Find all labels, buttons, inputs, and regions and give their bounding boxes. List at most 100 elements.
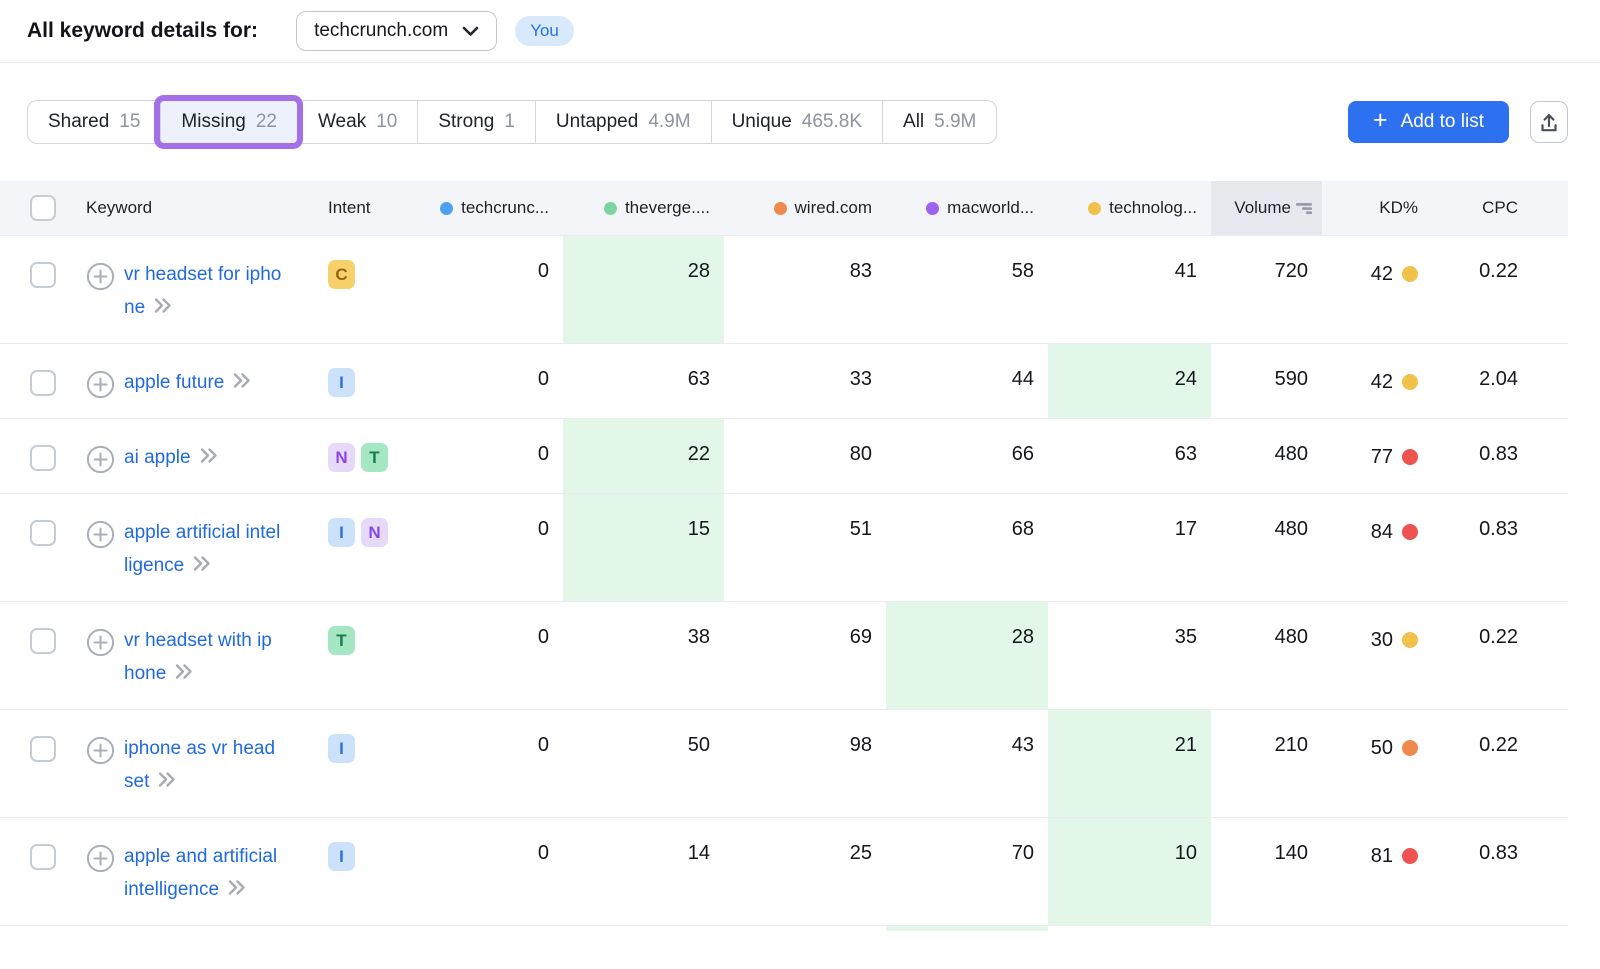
row-checkbox-cell: [0, 602, 86, 709]
open-keyword-icon[interactable]: [231, 367, 252, 400]
volume-cell: 720: [1211, 236, 1322, 343]
filter-tab-missing[interactable]: Missing22: [160, 101, 297, 143]
table-row: vr headset with iphoneT038692835480300.2…: [0, 601, 1568, 709]
filter-tab-count: 15: [119, 111, 140, 133]
intent-cell: T: [328, 602, 401, 709]
position-cell: 28: [563, 236, 724, 343]
kd-value-wrap: 77: [1371, 443, 1418, 471]
kd-cell: 84: [1322, 494, 1432, 601]
keyword-link[interactable]: ai apple: [124, 441, 282, 475]
intent-badge-i: I: [328, 734, 355, 763]
add-to-list-button[interactable]: + Add to list: [1348, 101, 1509, 143]
row-checkbox-cell: [0, 494, 86, 601]
position-cell: 98: [724, 710, 886, 817]
partial-cell: [0, 926, 86, 931]
column-header-kd[interactable]: KD%: [1322, 181, 1432, 235]
row-checkbox[interactable]: [30, 370, 56, 396]
row-checkbox[interactable]: [30, 520, 56, 546]
filter-tab-weak[interactable]: Weak10: [297, 101, 417, 143]
expand-keyword-icon[interactable]: [86, 370, 115, 399]
cpc-cell: 2.04: [1432, 344, 1568, 418]
kd-dot-icon: [1402, 632, 1418, 648]
position-cell: 80: [724, 419, 886, 493]
expand-keyword-icon[interactable]: [86, 628, 115, 657]
export-button[interactable]: [1530, 101, 1568, 143]
volume-cell: 590: [1211, 344, 1322, 418]
volume-cell: 140: [1211, 818, 1322, 925]
competitor-dot-icon: [926, 202, 939, 215]
position-cell: 0: [401, 602, 563, 709]
row-checkbox[interactable]: [30, 844, 56, 870]
select-all-checkbox[interactable]: [30, 195, 56, 221]
expand-keyword-icon[interactable]: [86, 736, 115, 765]
kd-value: 81: [1371, 845, 1393, 868]
open-keyword-icon[interactable]: [152, 292, 173, 325]
row-checkbox[interactable]: [30, 628, 56, 654]
filter-tab-all[interactable]: All5.9M: [882, 101, 996, 143]
column-header-competitor[interactable]: wired.com: [724, 181, 886, 235]
filter-tab-label: Strong: [438, 111, 494, 133]
position-cell: 68: [886, 494, 1048, 601]
row-checkbox[interactable]: [30, 445, 56, 471]
kd-value: 42: [1371, 371, 1393, 394]
expand-keyword-icon[interactable]: [86, 262, 115, 291]
partial-cell: [886, 926, 1048, 931]
keyword-link[interactable]: apple artificial intelligence: [124, 516, 282, 583]
open-keyword-icon[interactable]: [156, 766, 177, 799]
keyword-link[interactable]: vr headset with iphone: [124, 624, 282, 691]
keyword-table: Keyword Intent techcrunc...theverge....w…: [0, 181, 1568, 931]
keyword-link[interactable]: vr headset for iphone: [124, 258, 282, 325]
intent-badge-t: T: [328, 626, 355, 655]
filter-tab-untapped[interactable]: Untapped4.9M: [535, 101, 711, 143]
row-checkbox-cell: [0, 344, 86, 418]
open-keyword-icon[interactable]: [198, 442, 219, 475]
open-keyword-icon[interactable]: [226, 874, 247, 907]
keyword-link[interactable]: apple future: [124, 366, 282, 400]
column-header-intent[interactable]: Intent: [328, 181, 401, 235]
column-header-volume[interactable]: Volume: [1211, 181, 1322, 235]
expand-keyword-icon[interactable]: [86, 844, 115, 873]
position-cell: 43: [886, 710, 1048, 817]
row-checkbox[interactable]: [30, 736, 56, 762]
intent-badge-n: N: [361, 518, 388, 547]
open-keyword-icon[interactable]: [191, 550, 212, 583]
you-badge: You: [515, 16, 574, 46]
open-keyword-icon[interactable]: [173, 658, 194, 691]
column-header-competitor[interactable]: technolog...: [1048, 181, 1211, 235]
competitor-label: technolog...: [1109, 198, 1197, 218]
position-cell: 10: [1048, 818, 1211, 925]
position-cell: 24: [1048, 344, 1211, 418]
expand-keyword-icon[interactable]: [86, 520, 115, 549]
kd-dot-icon: [1402, 848, 1418, 864]
position-cell: 0: [401, 494, 563, 601]
expand-keyword-icon[interactable]: [86, 445, 115, 474]
keyword-link[interactable]: apple and artificial intelligence: [124, 840, 282, 907]
partial-cell: [86, 926, 328, 931]
column-header-competitor[interactable]: macworld...: [886, 181, 1048, 235]
filter-tab-shared[interactable]: Shared15: [28, 101, 160, 143]
filter-tab-strong[interactable]: Strong1: [417, 101, 535, 143]
row-checkbox-cell: [0, 419, 86, 493]
add-to-list-label: Add to list: [1401, 111, 1484, 133]
intent-badge-c: C: [328, 260, 355, 289]
row-checkbox-cell: [0, 818, 86, 925]
column-header-keyword[interactable]: Keyword: [86, 181, 328, 235]
table-body: vr headset for iphoneC028835841720420.22…: [0, 235, 1568, 925]
competitor-dot-icon: [604, 202, 617, 215]
keyword-link[interactable]: iphone as vr headset: [124, 732, 282, 799]
partial-cell: [1048, 926, 1211, 931]
kd-cell: 30: [1322, 602, 1432, 709]
cpc-cell: 0.83: [1432, 818, 1568, 925]
filter-tab-unique[interactable]: Unique465.8K: [711, 101, 882, 143]
keyword-cell: apple and artificial intelligence: [86, 818, 328, 925]
row-checkbox[interactable]: [30, 262, 56, 288]
domain-selector[interactable]: techcrunch.com: [296, 11, 497, 51]
column-header-competitor[interactable]: techcrunc...: [401, 181, 563, 235]
column-header-cpc[interactable]: CPC: [1432, 181, 1568, 235]
column-header-competitor[interactable]: theverge....: [563, 181, 724, 235]
table-header-row: Keyword Intent techcrunc...theverge....w…: [0, 181, 1568, 235]
cpc-cell: 0.22: [1432, 602, 1568, 709]
page-title: All keyword details for:: [27, 19, 258, 43]
volume-cell: 480: [1211, 419, 1322, 493]
partial-cell: [724, 926, 886, 931]
